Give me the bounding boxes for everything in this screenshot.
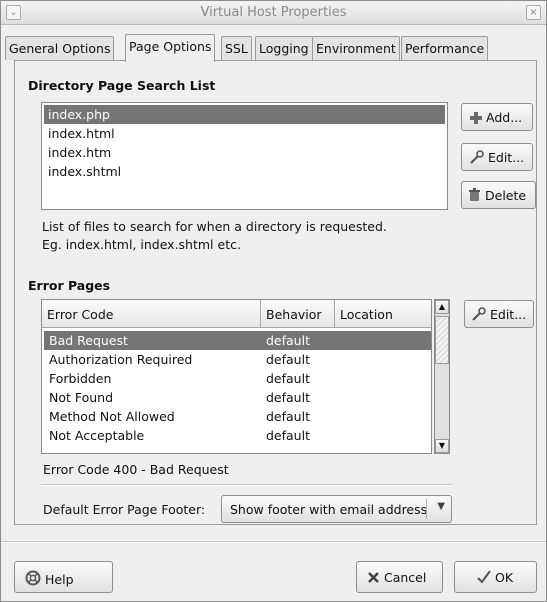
ok-button[interactable]: OK	[454, 561, 537, 593]
behavior-cell: default	[266, 352, 310, 367]
help-button-label: Help	[45, 572, 74, 587]
delete-button-label: Delete	[485, 188, 527, 203]
help-button[interactable]: Help	[14, 561, 113, 593]
close-icon: ×	[529, 7, 538, 18]
column-header-behavior[interactable]: Behavior	[261, 300, 335, 328]
behavior-cell: default	[266, 333, 310, 348]
directory-help-text-1: List of files to search for when a direc…	[42, 219, 387, 234]
error-table-scrollbar[interactable]: ▲ ▼	[434, 299, 450, 454]
checkmark-icon	[477, 570, 491, 587]
column-header-location[interactable]: Location	[335, 300, 431, 328]
error-code-cell: Not Found	[49, 390, 114, 405]
behavior-cell: default	[266, 371, 310, 386]
tab-environment[interactable]: Environment	[312, 36, 400, 60]
error-code-status: Error Code 400 - Bad Request	[43, 462, 229, 477]
error-pages-section-title: Error Pages	[28, 278, 111, 293]
default-footer-select-value: Show footer with email address	[230, 502, 428, 517]
behavior-cell: default	[266, 428, 310, 443]
virtual-host-properties-dialog: ⌄ Virtual Host Properties × General Opti…	[0, 0, 547, 602]
separator	[41, 484, 452, 486]
arrow-up-icon: ▲	[438, 302, 446, 311]
separator	[1, 541, 546, 543]
column-header-error-code[interactable]: Error Code	[42, 300, 261, 328]
wrench-icon	[470, 150, 484, 167]
cancel-button[interactable]: Cancel	[356, 561, 443, 593]
edit-error-page-button[interactable]: Edit...	[464, 300, 534, 328]
plus-icon	[470, 112, 482, 127]
default-footer-label: Default Error Page Footer:	[43, 502, 206, 517]
directory-section-title: Directory Page Search List	[28, 78, 216, 93]
table-row[interactable]: Not Acceptable default	[44, 426, 431, 445]
separator	[426, 499, 427, 519]
wrench-icon	[472, 307, 486, 324]
table-row[interactable]: Forbidden default	[44, 369, 431, 388]
table-row[interactable]: Authorization Required default	[44, 350, 431, 369]
trash-icon	[468, 188, 481, 205]
scroll-up-button[interactable]: ▲	[435, 300, 449, 314]
edit-error-page-button-label: Edit...	[490, 307, 527, 322]
table-row[interactable]: Not Found default	[44, 388, 431, 407]
close-button[interactable]: ×	[526, 5, 541, 20]
error-code-cell: Not Acceptable	[49, 428, 145, 443]
tab-ssl[interactable]: SSL	[221, 36, 252, 60]
error-code-cell: Authorization Required	[49, 352, 193, 367]
cancel-button-label: Cancel	[384, 570, 427, 585]
list-item[interactable]: index.htm	[44, 143, 445, 162]
chevron-down-icon: ▼	[437, 501, 445, 512]
add-button[interactable]: Add...	[461, 103, 533, 131]
arrow-down-icon: ▼	[438, 441, 446, 450]
tab-logging[interactable]: Logging	[255, 36, 313, 60]
tab-general-options[interactable]: General Options	[5, 36, 115, 60]
ok-button-label: OK	[495, 570, 514, 585]
error-code-cell: Method Not Allowed	[49, 409, 175, 424]
list-item[interactable]: index.php	[44, 105, 445, 124]
lifebuoy-icon	[25, 570, 41, 589]
table-row[interactable]: Method Not Allowed default	[44, 407, 431, 426]
directory-help-text-2: Eg. index.html, index.shtml etc.	[42, 237, 241, 252]
edit-directory-button-label: Edit...	[488, 150, 525, 165]
list-item[interactable]: index.html	[44, 124, 445, 143]
error-pages-table[interactable]: Error Code Behavior Location Bad Request…	[41, 299, 432, 454]
default-footer-select[interactable]: Show footer with email address ▼	[221, 495, 452, 523]
tab-page-options[interactable]: Page Options	[125, 34, 216, 62]
behavior-cell: default	[266, 390, 310, 405]
error-code-cell: Bad Request	[49, 333, 128, 348]
add-button-label: Add...	[486, 110, 523, 125]
list-item[interactable]: index.shtml	[44, 162, 445, 181]
delete-button[interactable]: Delete	[461, 181, 536, 209]
edit-directory-button[interactable]: Edit...	[461, 143, 533, 171]
error-code-cell: Forbidden	[49, 371, 112, 386]
title-bar[interactable]: ⌄ Virtual Host Properties ×	[1, 1, 546, 25]
table-row[interactable]: Bad Request default	[44, 331, 431, 350]
window-title: Virtual Host Properties	[200, 5, 347, 20]
scroll-down-button[interactable]: ▼	[435, 439, 449, 453]
cancel-icon	[367, 571, 380, 587]
scrollbar-thumb[interactable]	[435, 316, 449, 364]
behavior-cell: default	[266, 409, 310, 424]
tab-performance[interactable]: Performance	[401, 36, 489, 60]
directory-page-list[interactable]: index.php index.html index.htm index.sht…	[41, 102, 448, 210]
